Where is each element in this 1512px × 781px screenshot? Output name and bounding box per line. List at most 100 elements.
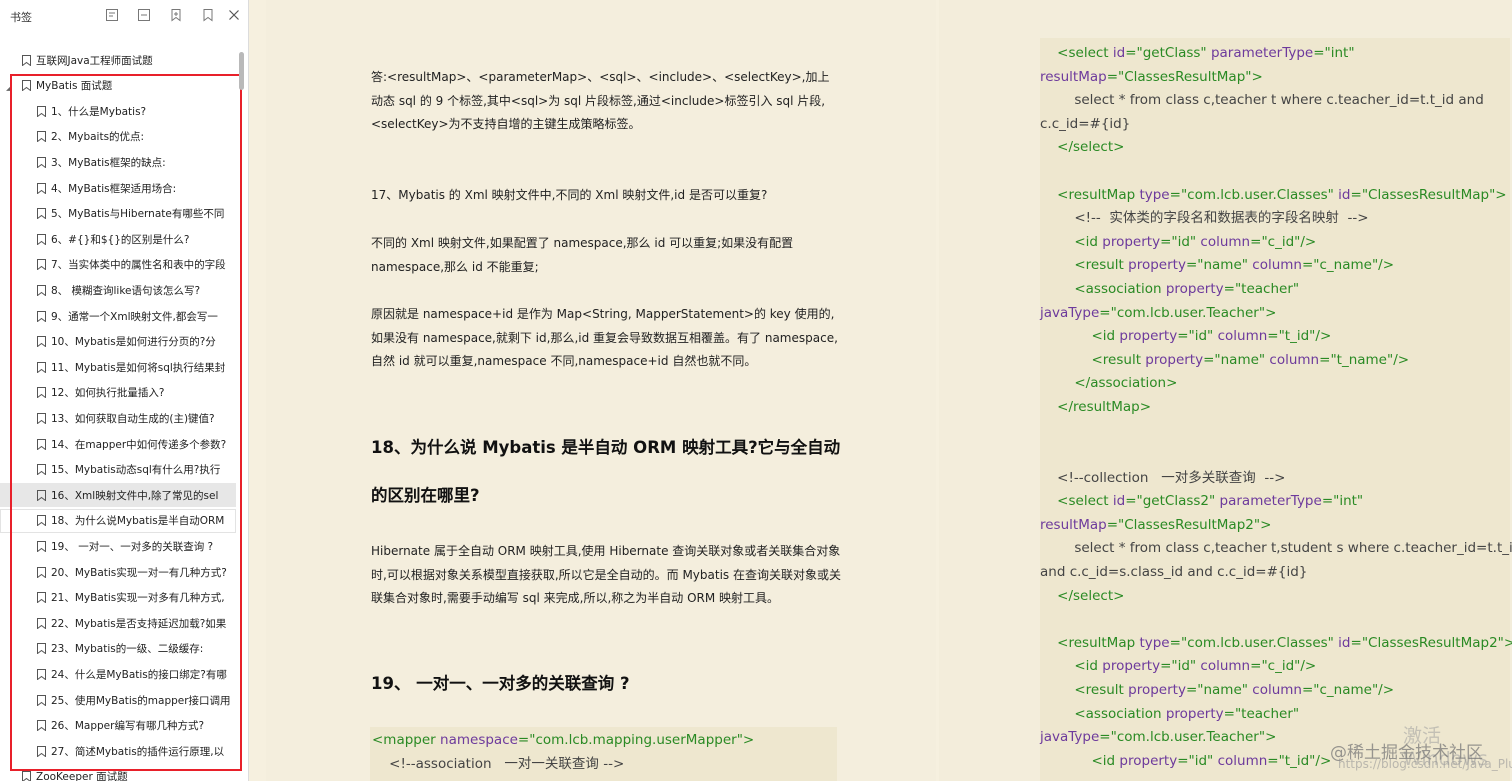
code-token: "id" bbox=[1188, 328, 1214, 345]
code-token: /> bbox=[1393, 351, 1410, 368]
bookmark-icon bbox=[37, 540, 46, 552]
code-token: = bbox=[1223, 705, 1235, 722]
code-token: "id" bbox=[1188, 752, 1214, 769]
code-line: <!--collection 一对多关联查询 --> bbox=[1040, 467, 1512, 491]
code-token: </association> bbox=[1040, 375, 1178, 392]
bookmark-icon bbox=[37, 105, 46, 117]
bookmark-item[interactable]: 11、Mybatis是如何将sql执行结果封 bbox=[0, 355, 236, 379]
code-token: id bbox=[1338, 186, 1351, 203]
code-token: "com.lcb.user.Classes" bbox=[1180, 186, 1334, 203]
bookmark-label: 22、Mybatis是否支持延迟加载?如果 bbox=[51, 617, 227, 630]
bookmark-item[interactable]: 3、MyBatis框架的缺点: bbox=[0, 150, 236, 174]
bookmark-item[interactable]: 27、简述Mybatis的插件运行原理,以 bbox=[0, 739, 236, 763]
code-token: = bbox=[1267, 328, 1279, 345]
bookmark-item[interactable]: 20、MyBatis实现一对一有几种方式? bbox=[0, 560, 236, 584]
bookmark-item[interactable]: 10、Mybatis是如何进行分页的?分 bbox=[0, 330, 236, 354]
code-token: column bbox=[1200, 233, 1251, 250]
bookmark-item[interactable]: 9、通常一个Xml映射文件,都会写一 bbox=[0, 304, 236, 328]
code-token: = bbox=[1125, 45, 1137, 61]
collapse-all-icon[interactable] bbox=[136, 7, 152, 23]
bookmark-label: 7、当实体类中的属性名和表中的字段 bbox=[51, 259, 226, 272]
bookmark-icon bbox=[37, 720, 46, 732]
bookmark-item[interactable]: 22、Mybatis是否支持延迟加载?如果 bbox=[0, 611, 236, 635]
close-icon[interactable] bbox=[226, 7, 242, 23]
code-line: <result property="name" column="c_name"/… bbox=[1040, 679, 1512, 703]
code-token: </select> bbox=[1040, 587, 1125, 604]
bookmark-label: 5、MyBatis与Hibernate有哪些不同 bbox=[51, 208, 225, 221]
bookmark-item[interactable]: 25、使用MyBatis的mapper接口调用 bbox=[0, 688, 236, 712]
bookmark-section[interactable]: ZooKeeper 面试题 bbox=[0, 765, 236, 781]
bookmark-item[interactable]: 24、什么是MyBatis的接口绑定?有哪 bbox=[0, 662, 236, 686]
bookmark-item[interactable]: 16、Xml映射文件中,除了常见的sel bbox=[0, 483, 236, 508]
bookmark-label: 24、什么是MyBatis的接口绑定?有哪 bbox=[51, 668, 227, 681]
code-token: "id" bbox=[1171, 233, 1197, 250]
bookmark-item[interactable]: 4、MyBatis框架适用场合: bbox=[0, 176, 236, 200]
bookmark-item[interactable]: 6、#{}和${}的区别是什么? bbox=[0, 227, 236, 251]
code-token: > bbox=[742, 732, 755, 748]
bookmark-label: 14、在mapper中如何传递多个参数? bbox=[51, 438, 227, 451]
bookmark-icon bbox=[37, 515, 46, 527]
bookmark-label: 26、Mapper编写有哪几种方式? bbox=[51, 720, 205, 733]
code-token: = bbox=[1169, 634, 1181, 651]
bookmark-item[interactable]: 18、为什么说Mybatis是半自动ORM bbox=[0, 508, 236, 533]
code-token: property bbox=[1102, 233, 1161, 250]
code-token: select * from class c,teacher t where c.… bbox=[1040, 92, 1484, 109]
bookmark-item[interactable]: 14、在mapper中如何传递多个参数? bbox=[0, 432, 236, 456]
code-token: = bbox=[1350, 634, 1362, 651]
code-token: = bbox=[1321, 493, 1334, 510]
bookmark-item[interactable]: 21、MyBatis实现一对多有几种方式, bbox=[0, 586, 236, 610]
bookmark-label: 21、MyBatis实现一对多有几种方式, bbox=[51, 592, 225, 605]
bookmark-icon bbox=[37, 336, 46, 348]
document-view[interactable]: 答:<resultMap>、<parameterMap>、<sql>、<incl… bbox=[249, 0, 1512, 781]
bookmark-section[interactable]: 互联网Java工程师面试题 bbox=[0, 48, 236, 72]
code-token: property bbox=[1128, 257, 1186, 274]
code-block-right: <select id="getClass" parameterType="int… bbox=[1040, 38, 1512, 781]
bookmark-item[interactable]: 23、Mybatis的一级、二级缓存: bbox=[0, 637, 236, 661]
bookmark-item[interactable]: 13、如何获取自动生成的(主)键值? bbox=[0, 406, 236, 430]
bookmark-item[interactable]: 5、MyBatis与Hibernate有哪些不同 bbox=[0, 202, 236, 226]
bookmark-icon bbox=[37, 131, 46, 143]
code-token: <!-- 实体类的字段名和数据表的字段名映射 --> bbox=[1040, 210, 1369, 227]
code-token: = bbox=[1223, 280, 1235, 297]
code-token: = bbox=[517, 732, 530, 748]
code-line: </resultMap> bbox=[1040, 396, 1512, 420]
code-line: and c.c_id=s.class_id and c.c_id=#{id} bbox=[1040, 561, 1512, 585]
bookmark-icon bbox=[22, 54, 31, 66]
bookmark-item[interactable]: 2、Mybaits的优点: bbox=[0, 125, 236, 149]
bookmark-label: 18、为什么说Mybatis是半自动ORM bbox=[51, 515, 225, 528]
code-token: <id bbox=[1040, 233, 1103, 250]
code-token: property bbox=[1145, 351, 1204, 368]
code-token: > bbox=[1265, 729, 1277, 746]
bookmark-item[interactable]: 15、Mybatis动态sql有什么用?执行 bbox=[0, 458, 236, 482]
bookmark-icon[interactable] bbox=[200, 7, 216, 23]
sidebar-scrollbar-thumb[interactable] bbox=[239, 52, 244, 90]
code-token: </select> bbox=[1040, 139, 1125, 156]
code-token: property bbox=[1165, 280, 1224, 297]
expand-all-icon[interactable] bbox=[104, 7, 120, 23]
bookmark-icon bbox=[37, 259, 46, 271]
bookmark-label: 16、Xml映射文件中,除了常见的sel bbox=[51, 489, 219, 502]
bookmark-item[interactable]: 1、什么是Mybatis? bbox=[0, 99, 236, 123]
bookmark-item[interactable]: 26、Mapper编写有哪几种方式? bbox=[0, 714, 236, 738]
bookmark-label: 2、Mybaits的优点: bbox=[51, 131, 145, 144]
bookmark-item[interactable]: 12、如何执行批量插入? bbox=[0, 381, 236, 405]
bookmark-item[interactable]: 8、 模糊查询like语句该怎么写? bbox=[0, 278, 236, 302]
code-token: "com.lcb.user.Teacher" bbox=[1110, 729, 1266, 746]
add-bookmark-icon[interactable] bbox=[168, 7, 184, 23]
code-token: "c_name" bbox=[1313, 257, 1379, 274]
code-line: select * from class c,teacher t where c.… bbox=[1040, 89, 1512, 113]
bookmark-icon bbox=[37, 284, 46, 296]
bookmark-icon bbox=[37, 668, 46, 680]
bookmark-item[interactable]: 19、 一对一、一对多的关联查询 ? bbox=[0, 534, 236, 558]
code-token: /> bbox=[1378, 257, 1395, 274]
code-line: <id property="id" column="c_id"/> bbox=[1040, 655, 1512, 679]
code-token: resultMap bbox=[1040, 68, 1107, 85]
bookmark-section[interactable]: MyBatis 面试题 bbox=[0, 74, 236, 98]
bookmark-item[interactable]: 7、当实体类中的属性名和表中的字段 bbox=[0, 253, 236, 277]
code-token: column bbox=[1252, 682, 1302, 699]
bookmark-label: 12、如何执行批量插入? bbox=[51, 387, 165, 400]
bookmark-label: 10、Mybatis是如何进行分页的?分 bbox=[51, 336, 216, 349]
sidebar-scrollbar[interactable] bbox=[238, 34, 246, 781]
